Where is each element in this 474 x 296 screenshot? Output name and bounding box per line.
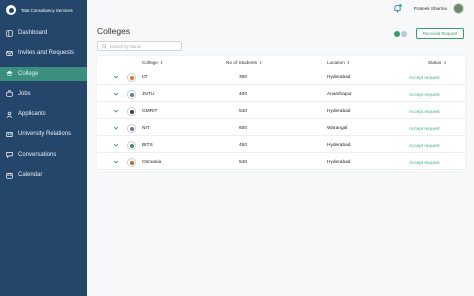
college-logo <box>127 158 136 167</box>
table-row[interactable]: Osmania 540 Hyderabad Accept request <box>97 156 465 170</box>
top-bar: Prateek Sharma <box>87 0 474 17</box>
avatar[interactable] <box>453 3 464 14</box>
column-label: Status <box>428 60 442 65</box>
college-icon <box>6 70 13 77</box>
sidebar-item-jobs[interactable]: Jobs <box>0 87 87 101</box>
college-logo <box>127 90 136 99</box>
dashboard-icon <box>6 29 13 37</box>
college-name: NIT <box>142 126 150 131</box>
sort-icon[interactable]: ⇕ <box>259 60 262 65</box>
college-logo <box>127 141 136 150</box>
college-name: Osmania <box>142 160 162 165</box>
toggle-off-dot[interactable] <box>401 31 407 37</box>
college-location: Ananthapur <box>327 92 352 97</box>
accept-request-link[interactable]: Accept request <box>409 126 440 131</box>
conversations-icon <box>6 151 13 159</box>
column-label: No of Students <box>226 60 258 65</box>
sidebar-item-applicants[interactable]: Applicants <box>0 107 87 121</box>
user-name[interactable]: Prateek Sharma <box>414 6 447 11</box>
student-count: 300 <box>239 75 248 80</box>
table-header: College ⇕ No of Students ⇕ Location ⇕ Statu… <box>97 56 465 70</box>
college-name: IIT <box>142 75 148 80</box>
sort-icon[interactable]: ⇕ <box>160 60 163 65</box>
student-count: 400 <box>239 92 248 97</box>
view-toggle[interactable] <box>394 31 408 37</box>
table-row[interactable]: JNTU 400 Ananthapur Accept request <box>97 88 465 102</box>
college-location: Hyderabad <box>327 109 351 114</box>
college-name: BITS <box>142 143 153 148</box>
column-status[interactable]: Status ⇕ <box>428 60 447 65</box>
accept-request-link[interactable]: Accept request <box>409 143 440 148</box>
column-college[interactable]: College ⇕ <box>142 60 163 65</box>
college-logo <box>127 107 136 116</box>
column-label: College <box>142 60 158 65</box>
accept-request-link[interactable]: Accept request <box>409 109 440 114</box>
company-logo <box>6 5 16 15</box>
brand[interactable]: Tata Consultancy Services <box>0 0 87 20</box>
toggle-on-dot[interactable] <box>394 31 400 37</box>
column-location[interactable]: Location ⇕ <box>327 60 350 65</box>
search-icon <box>102 43 107 49</box>
table-row[interactable]: NIT 600 Warangal Accept request <box>97 122 465 136</box>
table-row[interactable]: GMRIT 540 Hyderabad Accept request <box>97 105 465 119</box>
sidebar: Tata Consultancy Services Dashboard Invi… <box>0 0 87 296</box>
sidebar-item-label: Applicants <box>18 111 46 118</box>
table-row[interactable]: IIT 300 Hyderabad Accept request <box>97 71 465 85</box>
applicants-icon <box>6 111 13 118</box>
chevron-down-icon[interactable] <box>113 91 119 97</box>
sidebar-item-label: College <box>18 70 39 77</box>
college-location: Hyderabad <box>327 75 351 80</box>
column-students[interactable]: No of Students ⇕ <box>226 60 262 65</box>
sidebar-item-label: Conversations <box>18 151 57 158</box>
company-name: Tata Consultancy Services <box>21 7 73 13</box>
sidebar-item-label: Dashboard <box>18 30 48 36</box>
received-request-button[interactable]: Received Request <box>416 28 464 39</box>
college-logo <box>127 124 136 133</box>
sidebar-item-label: Invites and Requests <box>18 50 75 57</box>
invites-icon <box>6 50 13 57</box>
accept-request-link[interactable]: Accept request <box>409 92 440 97</box>
column-label: Location <box>327 60 345 65</box>
college-location: Warangal <box>327 126 348 131</box>
sidebar-item-calendar[interactable]: Calendar <box>0 168 87 182</box>
sort-icon[interactable]: ⇕ <box>347 60 350 65</box>
sidebar-item-university-relations[interactable]: University Relations <box>0 127 87 141</box>
student-count: 450 <box>239 143 248 148</box>
chevron-down-icon[interactable] <box>113 159 119 165</box>
jobs-icon <box>6 90 13 98</box>
university-icon <box>6 131 13 138</box>
sidebar-item-conversations[interactable]: Conversations <box>0 148 87 162</box>
table-row[interactable]: BITS 450 Hyderabad Accept request <box>97 139 465 153</box>
college-name: GMRIT <box>142 109 158 114</box>
accept-request-link[interactable]: Accept request <box>409 75 440 80</box>
sidebar-item-dashboard[interactable]: Dashboard <box>0 26 87 40</box>
sidebar-item-label: Calendar <box>18 172 43 179</box>
notification-dot <box>398 4 402 7</box>
page-title: Colleges <box>97 26 131 36</box>
colleges-table: College ⇕ No of Students ⇕ Location ⇕ Statu… <box>97 56 465 171</box>
chevron-down-icon[interactable] <box>113 108 119 114</box>
search-box[interactable] <box>97 41 182 51</box>
student-count: 540 <box>239 160 248 165</box>
student-count: 540 <box>239 109 248 114</box>
college-name: JNTU <box>142 92 155 97</box>
accept-request-link[interactable]: Accept request <box>409 160 440 165</box>
sidebar-item-invites[interactable]: Invites and Requests <box>0 46 87 60</box>
college-location: Hyderabad <box>327 143 351 148</box>
calendar-icon <box>6 172 13 179</box>
sidebar-nav: Dashboard Invites and Requests College J… <box>0 26 87 182</box>
sort-icon[interactable]: ⇕ <box>443 60 446 65</box>
chevron-down-icon[interactable] <box>113 125 119 131</box>
chevron-down-icon[interactable] <box>113 74 119 80</box>
student-count: 600 <box>239 126 248 131</box>
sidebar-item-label: University Relations <box>18 131 72 138</box>
sidebar-item-label: Jobs <box>18 90 31 97</box>
chevron-down-icon[interactable] <box>113 142 119 148</box>
notification-bell-icon[interactable] <box>393 4 402 13</box>
search-input[interactable] <box>110 43 180 49</box>
college-logo <box>127 73 136 82</box>
college-location: Hyderabad <box>327 160 351 165</box>
sidebar-item-college[interactable]: College <box>0 66 87 81</box>
